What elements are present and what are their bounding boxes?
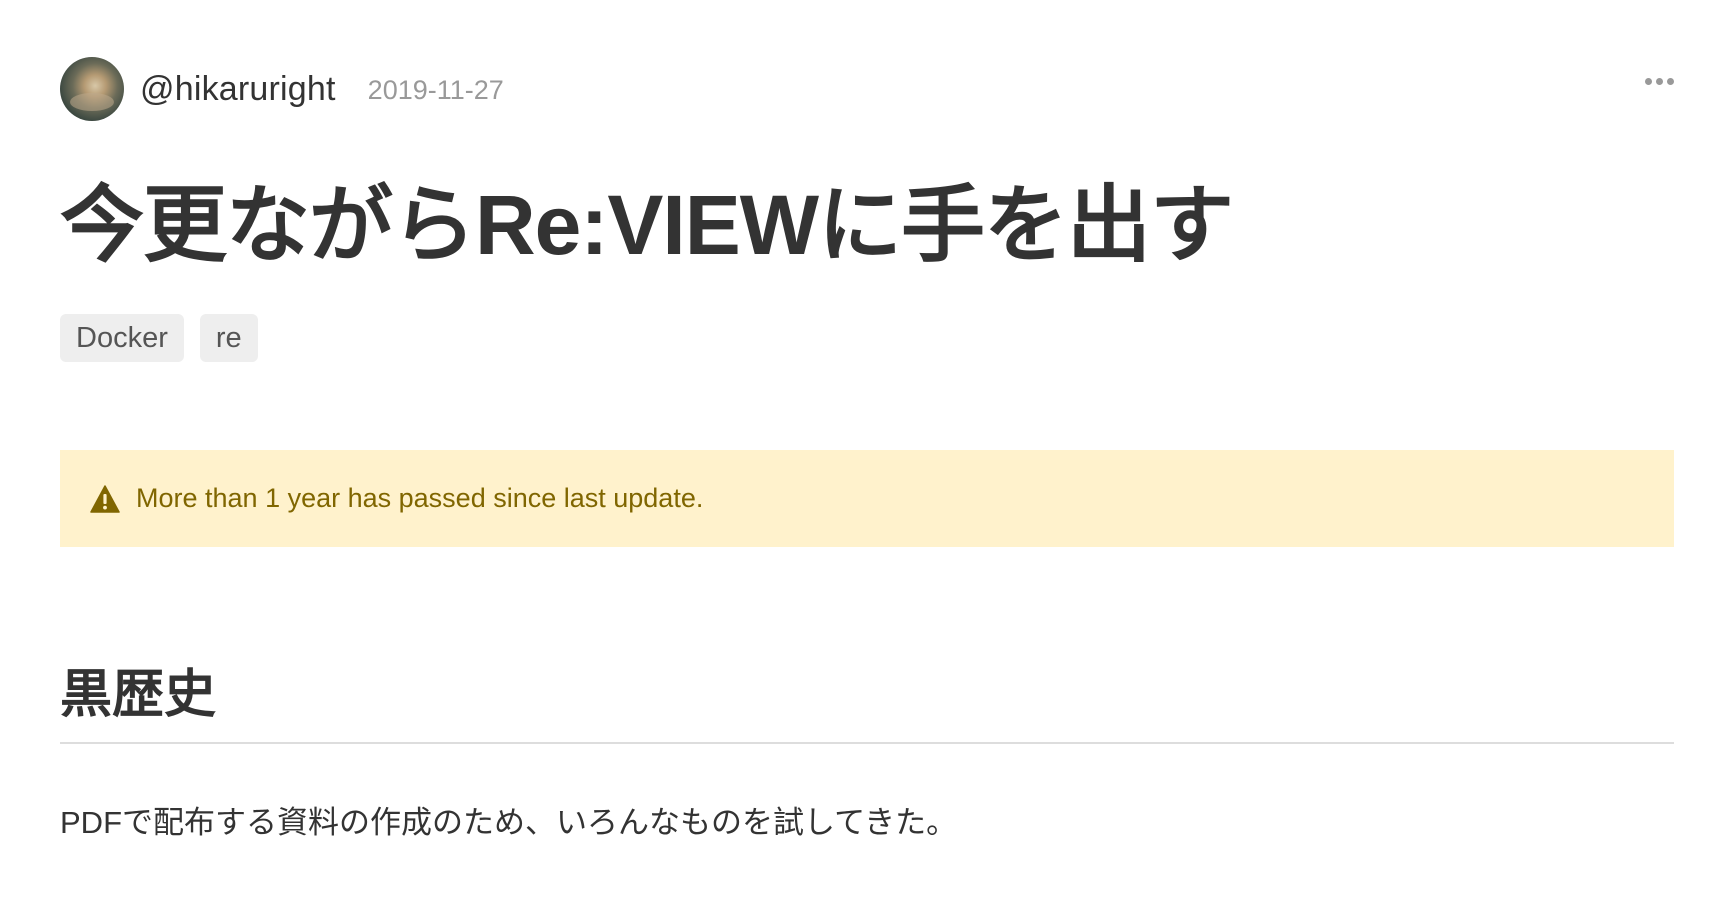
alert-message: More than 1 year has passed since last u…	[136, 483, 704, 513]
section-heading: 黒歴史	[60, 660, 1674, 744]
warning-icon	[90, 484, 120, 513]
more-dot	[1645, 78, 1652, 85]
author-row: @hikaruright 2019-11-27	[60, 56, 1674, 122]
more-dot	[1667, 78, 1674, 85]
tag-re[interactable]: re	[199, 314, 258, 362]
author-username-link[interactable]: @hikaruright	[140, 70, 336, 109]
outdated-alert: More than 1 year has passed since last u…	[60, 450, 1674, 547]
more-options-icon[interactable]	[1645, 78, 1674, 85]
tag-list: Docker re	[60, 314, 258, 362]
body-paragraph: PDFで配布する資料の作成のため、いろんなものを試してきた。	[60, 805, 958, 840]
post-date: 2019-11-27	[367, 75, 504, 105]
tag-docker[interactable]: Docker	[60, 314, 184, 362]
more-dot	[1656, 78, 1663, 85]
avatar[interactable]	[60, 57, 124, 121]
article-title: 今更ながらRe:VIEWに手を出す	[60, 178, 1234, 272]
